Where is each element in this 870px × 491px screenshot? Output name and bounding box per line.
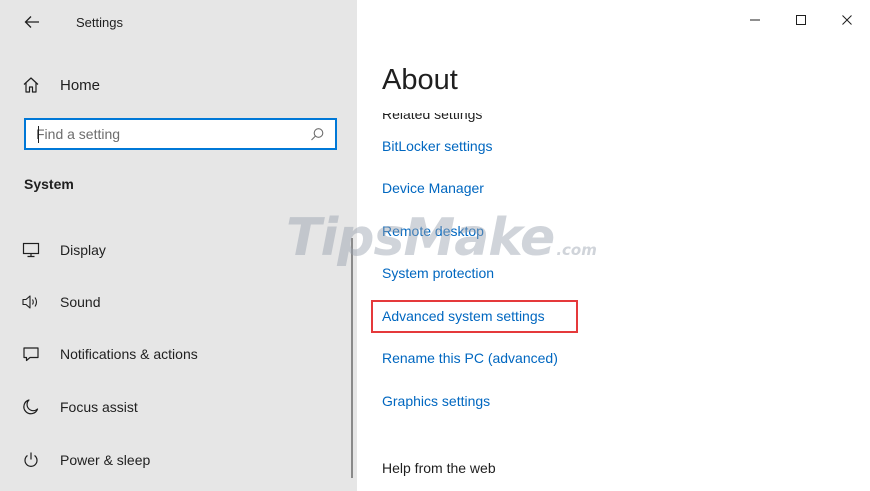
window-controls (732, 0, 870, 44)
sidebar-item-focus-assist[interactable]: Focus assist (17, 390, 337, 424)
help-from-web-heading: Help from the web (382, 460, 496, 476)
minimize-button[interactable] (732, 0, 778, 44)
sidebar-item-display[interactable]: Display (17, 233, 337, 267)
app-title: Settings (76, 15, 123, 30)
sidebar-item-notifications[interactable]: Notifications & actions (17, 337, 337, 371)
search-icon[interactable] (310, 127, 325, 147)
text-caret (38, 126, 39, 143)
power-icon (19, 448, 43, 472)
highlight-annotation-box (371, 300, 578, 333)
link-device-manager[interactable]: Device Manager (382, 180, 484, 196)
sidebar-scrollbar[interactable] (351, 238, 353, 478)
link-rename-this-pc[interactable]: Rename this PC (advanced) (382, 350, 558, 366)
home-icon (19, 73, 43, 97)
close-button[interactable] (824, 0, 870, 44)
section-title: System (24, 176, 74, 192)
sidebar-item-label: Display (60, 242, 106, 258)
page-title: About (382, 64, 458, 96)
sidebar-item-label: Home (60, 76, 101, 94)
related-settings-heading: Related settings (382, 113, 483, 122)
sidebar-item-label: Notifications & actions (60, 346, 198, 362)
minimize-icon (749, 13, 761, 31)
search-input[interactable] (36, 126, 296, 142)
sidebar-item-label: Focus assist (60, 399, 138, 415)
maximize-button[interactable] (778, 0, 824, 44)
display-icon (19, 238, 43, 262)
maximize-icon (795, 13, 807, 31)
focus-assist-icon (19, 395, 43, 419)
sidebar-item-power-sleep[interactable]: Power & sleep (17, 443, 337, 477)
back-arrow-icon (24, 15, 40, 29)
settings-window: Settings Home System (0, 0, 870, 491)
link-system-protection[interactable]: System protection (382, 265, 494, 281)
sidebar-item-sound[interactable]: Sound (17, 285, 337, 319)
sidebar-item-home[interactable]: Home (17, 70, 337, 100)
sidebar: Settings Home System (0, 0, 357, 491)
sidebar-item-label: Sound (60, 294, 101, 310)
link-bitlocker-settings[interactable]: BitLocker settings (382, 138, 493, 154)
sidebar-item-label: Power & sleep (60, 452, 151, 468)
notifications-icon (19, 342, 43, 366)
search-box[interactable] (24, 118, 337, 150)
sound-icon (19, 290, 43, 314)
back-button[interactable] (17, 9, 47, 35)
link-graphics-settings[interactable]: Graphics settings (382, 393, 490, 409)
close-icon (841, 13, 853, 31)
link-remote-desktop[interactable]: Remote desktop (382, 223, 484, 239)
